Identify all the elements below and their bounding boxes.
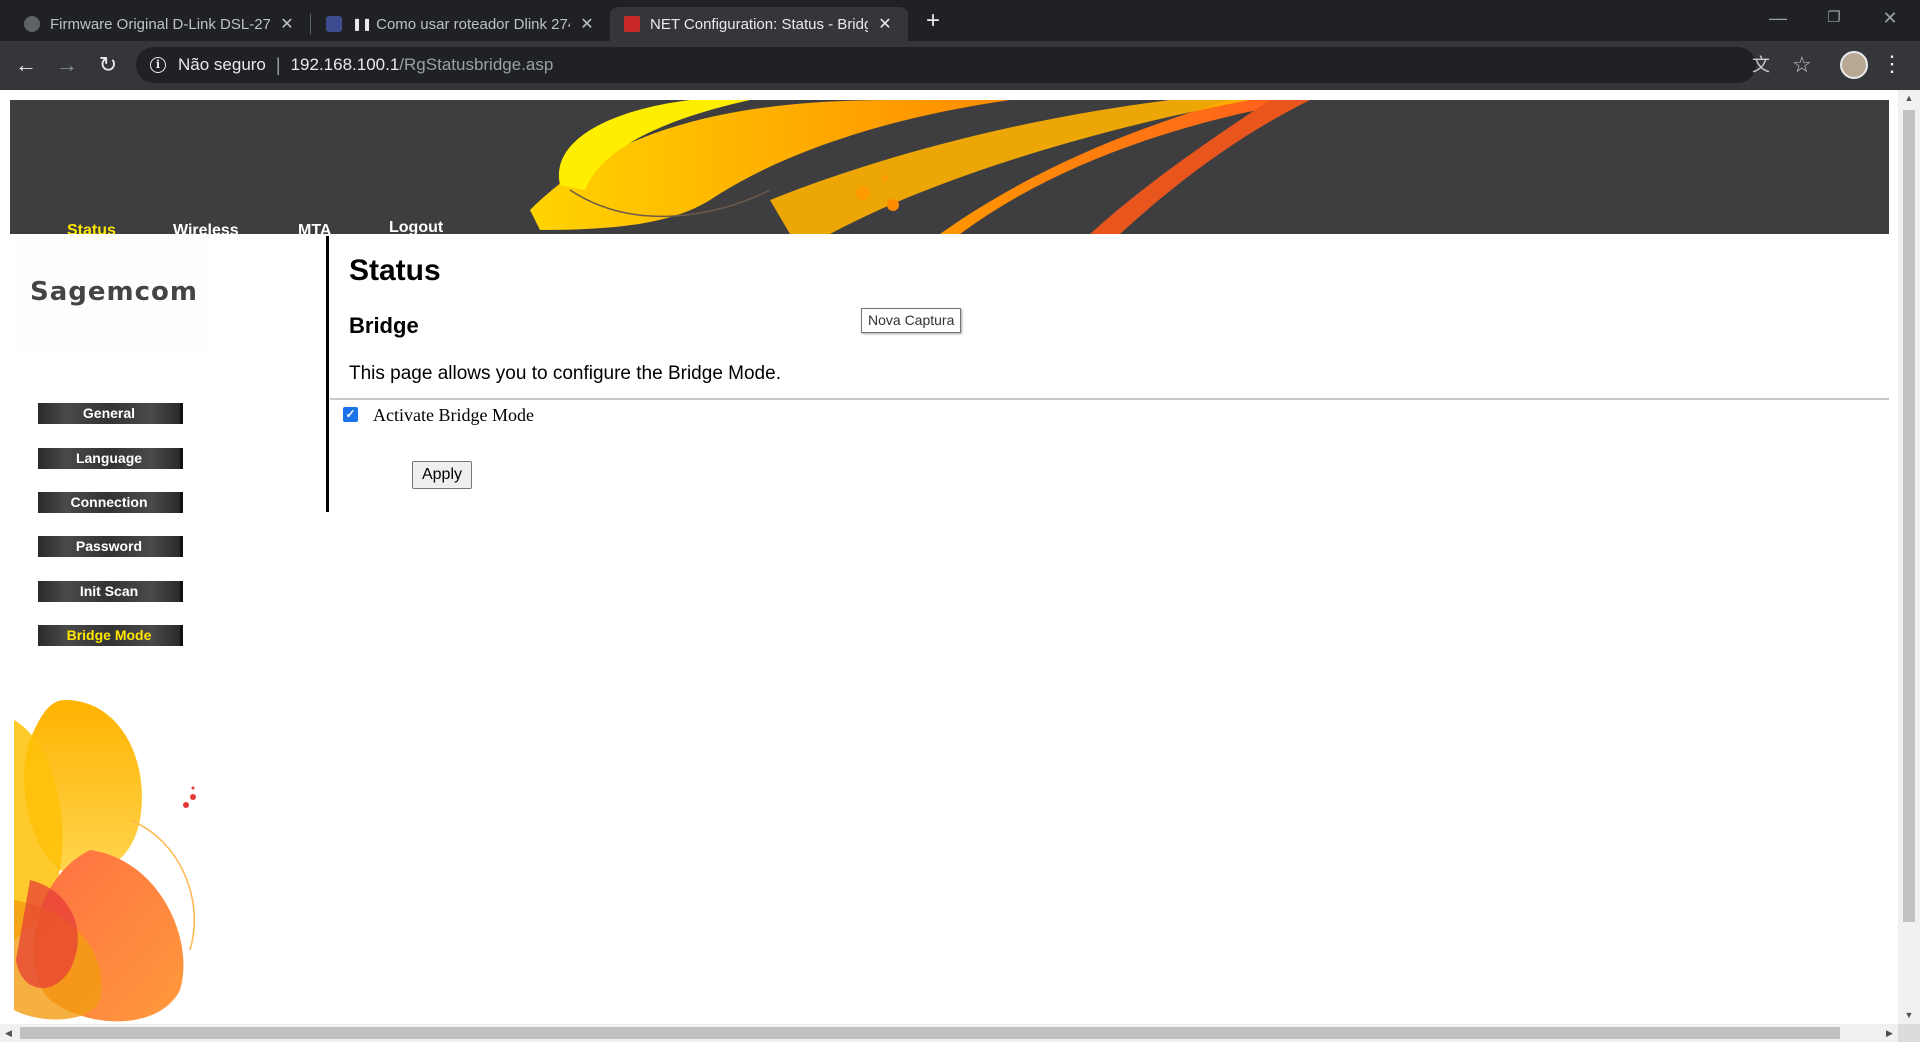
- page-viewport: Status Wireless MTA Logout Sagemcom Gene…: [0, 90, 1898, 1024]
- router-favicon-icon: [624, 16, 640, 32]
- reload-icon[interactable]: ↻: [92, 50, 124, 82]
- translate-icon[interactable]: 文: [1752, 47, 1770, 83]
- vertical-scrollbar[interactable]: ▲ ▼: [1898, 90, 1920, 1024]
- close-window-icon[interactable]: ✕: [1862, 0, 1918, 38]
- profile-avatar[interactable]: [1840, 51, 1868, 79]
- flame-banner-graphic: [530, 100, 1310, 234]
- sagemcom-logo: Sagemcom: [16, 235, 210, 353]
- content-divider-vertical: [326, 236, 329, 512]
- browser-tab-strip: Firmware Original D-Link DSL-27 ✕ ❚❚ Com…: [0, 0, 1920, 41]
- url-path[interactable]: /RgStatusbridge.asp: [399, 55, 553, 75]
- info-icon[interactable]: i: [150, 57, 166, 73]
- vertical-scroll-thumb[interactable]: [1903, 110, 1915, 922]
- tooltip: Nova Captura: [861, 308, 962, 333]
- page-title: Status: [349, 254, 441, 287]
- sidebar-item-general[interactable]: General: [38, 403, 183, 424]
- minimize-icon[interactable]: —: [1750, 0, 1806, 38]
- tab-title: Firmware Original D-Link DSL-27: [50, 15, 270, 33]
- scroll-down-arrow-icon[interactable]: ▼: [1898, 1007, 1920, 1024]
- forward-arrow-icon[interactable]: →: [51, 50, 83, 82]
- site-favicon-icon: [326, 16, 342, 32]
- tab-firmware[interactable]: Firmware Original D-Link DSL-27 ✕: [10, 7, 310, 41]
- horizontal-scrollbar[interactable]: ◀ ▶: [0, 1024, 1898, 1042]
- bookmark-star-icon[interactable]: ☆: [1792, 47, 1812, 83]
- url-separator: |: [275, 54, 281, 75]
- activate-bridge-label[interactable]: Activate Bridge Mode: [373, 405, 534, 426]
- horizontal-scroll-thumb[interactable]: [20, 1027, 1840, 1039]
- new-tab-button[interactable]: +: [918, 8, 948, 36]
- apply-button[interactable]: Apply: [412, 461, 472, 489]
- scrollbar-corner: [1898, 1024, 1920, 1042]
- tab-close-icon[interactable]: ✕: [278, 14, 296, 34]
- url-host[interactable]: 192.168.100.1: [291, 55, 400, 75]
- tab-dlink[interactable]: ❚❚ Como usar roteador Dlink 274 ✕: [312, 7, 610, 41]
- header-banner: Status Wireless MTA Logout: [10, 100, 1889, 234]
- tab-net-configuration[interactable]: NET Configuration: Status - Bridg ✕: [610, 7, 908, 41]
- activate-bridge-checkbox[interactable]: ✓: [343, 407, 358, 422]
- sidebar-item-bridge-mode[interactable]: Bridge Mode: [38, 625, 183, 646]
- scroll-left-arrow-icon[interactable]: ◀: [0, 1024, 17, 1042]
- logo-text: Sagemcom: [30, 277, 198, 307]
- sidebar-item-init-scan[interactable]: Init Scan: [38, 581, 183, 602]
- section-title: Bridge: [349, 313, 419, 338]
- scroll-right-arrow-icon[interactable]: ▶: [1881, 1024, 1898, 1042]
- tab-separator: [310, 14, 311, 34]
- topnav-wireless[interactable]: Wireless: [173, 222, 239, 234]
- security-status[interactable]: Não seguro: [178, 55, 266, 75]
- browser-toolbar: ← → ↻ i Não seguro | 192.168.100.1 /RgSt…: [0, 41, 1920, 90]
- scroll-up-arrow-icon[interactable]: ▲: [1898, 90, 1920, 107]
- sidebar-item-password[interactable]: Password: [38, 536, 183, 557]
- sidebar-item-language[interactable]: Language: [38, 448, 183, 469]
- restore-icon[interactable]: ❐: [1806, 0, 1862, 38]
- content-divider-horizontal: [330, 398, 1889, 400]
- page-description: This page allows you to configure the Br…: [349, 363, 781, 384]
- decorative-petals-graphic: [14, 700, 196, 1022]
- address-bar[interactable]: i Não seguro | 192.168.100.1 /RgStatusbr…: [136, 47, 1812, 83]
- topnav-status[interactable]: Status: [67, 222, 116, 234]
- tab-close-icon[interactable]: ✕: [876, 14, 894, 34]
- globe-icon: [24, 16, 40, 32]
- topnav-mta[interactable]: MTA: [298, 222, 331, 234]
- tab-title: NET Configuration: Status - Bridg: [650, 15, 868, 33]
- pause-icon: ❚❚: [352, 17, 373, 31]
- browser-menu-icon[interactable]: ⋮: [1880, 49, 1904, 81]
- tab-title: Como usar roteador Dlink 274: [376, 15, 570, 33]
- back-arrow-icon[interactable]: ←: [10, 50, 42, 82]
- tab-close-icon[interactable]: ✕: [578, 14, 596, 34]
- topnav-logout[interactable]: Logout: [389, 219, 443, 234]
- sidebar-item-connection[interactable]: Connection: [38, 492, 183, 513]
